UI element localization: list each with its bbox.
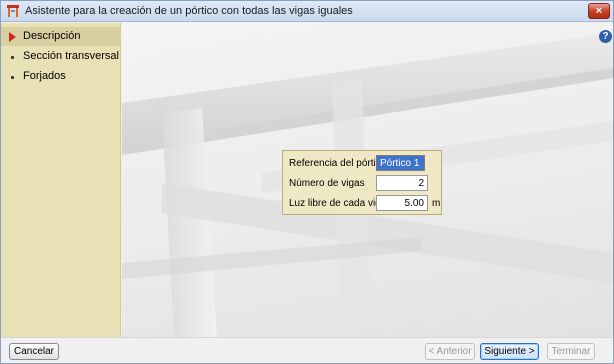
referencia-input[interactable]: [376, 155, 425, 171]
luz-unit: m: [432, 198, 441, 209]
current-step-arrow-icon: [9, 32, 16, 42]
wizard-window: Asistente para la creación de un pórtico…: [0, 0, 614, 364]
step-seccion-transversal[interactable]: Sección transversal: [1, 47, 121, 66]
title-bar: Asistente para la creación de un pórtico…: [1, 1, 613, 22]
finish-button[interactable]: Terminar: [547, 343, 595, 360]
back-button[interactable]: < Anterior: [425, 343, 475, 360]
referencia-label: Referencia del pórtico: [289, 158, 387, 169]
step-forjados[interactable]: Forjados: [1, 67, 121, 86]
bullet-icon: [11, 56, 14, 59]
next-button[interactable]: Siguiente >: [480, 343, 539, 360]
step-label: Forjados: [23, 70, 66, 82]
close-button[interactable]: ×: [588, 3, 610, 19]
luz-row: Luz libre de cada viga m: [283, 195, 443, 213]
wizard-steps-sidebar: Descripción Sección transversal Forjados: [1, 23, 121, 337]
window-title: Asistente para la creación de un pórtico…: [25, 5, 353, 17]
close-icon: ×: [595, 5, 603, 17]
bullet-icon: [11, 76, 14, 79]
app-icon: [6, 4, 20, 18]
num-vigas-row: Número de vigas: [283, 175, 443, 193]
luz-input[interactable]: [376, 195, 428, 211]
luz-label: Luz libre de cada viga: [289, 198, 387, 209]
step-label: Sección transversal: [23, 50, 119, 62]
wizard-footer: Cancelar < Anterior Siguiente > Terminar: [1, 337, 613, 363]
portico-form-panel: Referencia del pórtico Número de vigas L…: [282, 150, 442, 215]
num-vigas-label: Número de vigas: [289, 178, 365, 189]
referencia-row: Referencia del pórtico: [283, 155, 443, 173]
step-label: Descripción: [23, 30, 81, 42]
num-vigas-input[interactable]: [376, 175, 428, 191]
help-icon[interactable]: ?: [599, 30, 612, 43]
step-descripcion[interactable]: Descripción: [1, 27, 121, 46]
cancel-button[interactable]: Cancelar: [9, 343, 59, 360]
